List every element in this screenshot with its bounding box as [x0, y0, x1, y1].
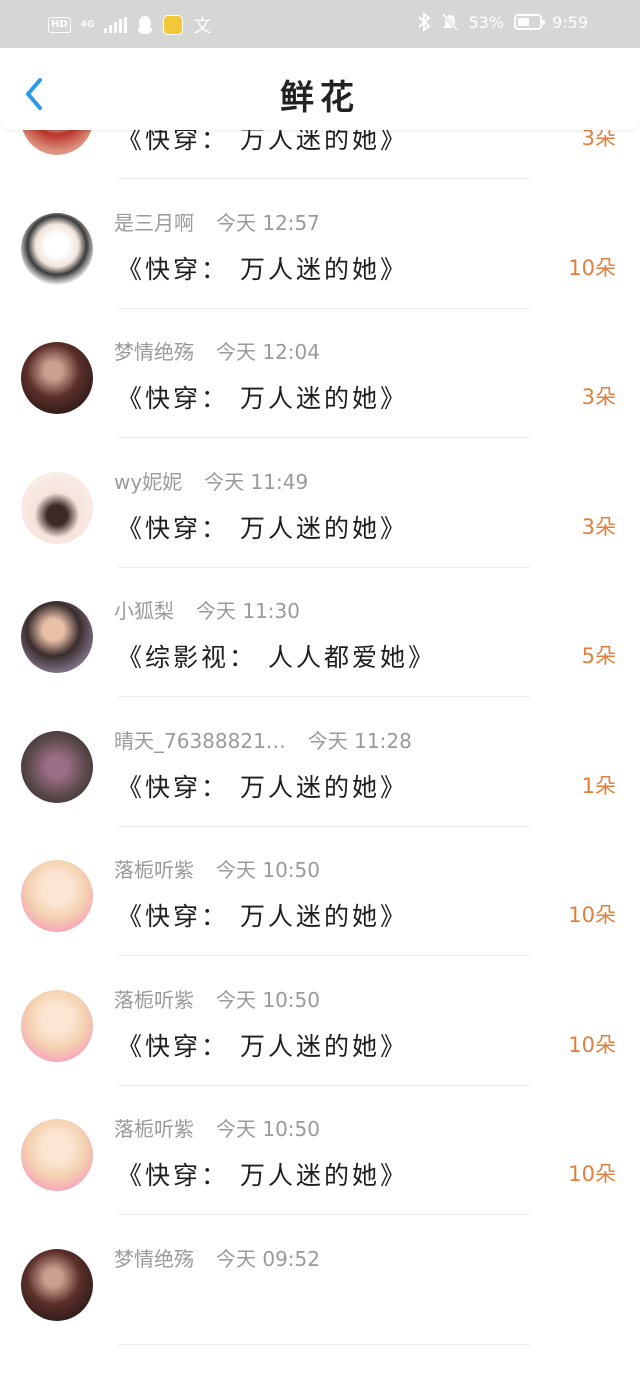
header: 鲜花 [0, 48, 640, 130]
send-time: 今天 11:28 [307, 728, 412, 753]
qq-penguin-icon [138, 16, 153, 34]
battery-icon [514, 14, 546, 30]
book-title[interactable]: 《快穿： 万人迷的她》 [117, 1156, 408, 1192]
flower-count: 10朵 [568, 903, 616, 927]
status-bar: HD 4G 文 53% 9:59 [0, 0, 640, 48]
page-title: 鲜花 [280, 78, 360, 118]
bluetooth-icon [417, 12, 431, 32]
sender-name[interactable]: 是三月啊 [114, 211, 194, 235]
avatar[interactable] [21, 989, 93, 1062]
send-time: 今天 10:50 [216, 987, 320, 1012]
list-item[interactable]: 小狐梨 今天 11:30 《综影视： 人人都爱她》 5朵 [0, 568, 640, 697]
network-type: 4G [80, 19, 95, 30]
flower-count: 10朵 [568, 255, 616, 280]
flower-count: 3朵 [581, 514, 616, 539]
list-item[interactable]: 落栀听紫 今天 10:50 《快穿： 万人迷的她》 10朵 [0, 827, 640, 956]
send-time: 今天 11:30 [196, 599, 300, 623]
flower-count: 10朵 [568, 1032, 616, 1057]
list-item[interactable]: 落栀听紫 今天 10:50 《快穿： 万人迷的她》 10朵 [0, 957, 640, 1086]
sender-name[interactable]: 晴天_76388821… [114, 729, 286, 753]
send-time: 今天 11:49 [204, 469, 309, 494]
signal-icon [104, 17, 128, 33]
list-item[interactable]: 晴天_76388821… 今天 11:28 《快穿： 万人迷的她》 1朵 [0, 698, 640, 827]
avatar[interactable] [21, 730, 93, 803]
flower-count: 3朵 [581, 385, 616, 409]
sender-name[interactable]: wy妮妮 [114, 470, 182, 494]
book-title[interactable]: 《快穿： 万人迷的她》 [117, 250, 408, 286]
sender-line: 晴天_76388821… 今天 11:28 [114, 725, 412, 754]
send-time: 今天 12:57 [216, 210, 320, 235]
sender-line: 落栀听紫 今天 10:50 [114, 854, 320, 883]
app-notification-icon [163, 15, 184, 35]
sender-line: 落栀听紫 今天 10:50 [114, 1113, 320, 1142]
book-title[interactable]: 《快穿： 万人迷的她》 [117, 897, 408, 933]
avatar[interactable] [21, 860, 93, 932]
avatar[interactable] [21, 601, 93, 673]
hd-voice-icon: HD [48, 17, 71, 33]
sender-line: 小狐梨 今天 11:30 [114, 595, 300, 624]
sender-line: 梦情绝殇 今天 12:04 [114, 336, 320, 365]
sender-name[interactable]: 落栀听紫 [114, 858, 194, 882]
send-time: 今天 10:50 [216, 1117, 320, 1141]
avatar[interactable] [21, 1119, 93, 1191]
list-item[interactable]: 落栀听紫 今天 10:50 《快穿： 万人迷的她》 10朵 [0, 1086, 640, 1215]
sender-name[interactable]: 梦情绝殇 [114, 1247, 194, 1271]
mute-bell-icon [441, 13, 458, 31]
flower-count: 1朵 [581, 773, 616, 798]
book-title[interactable]: 《综影视： 人人都爱她》 [117, 638, 436, 674]
send-time: 今天 09:52 [216, 1246, 320, 1271]
sender-name[interactable]: 落栀听紫 [114, 1117, 194, 1141]
flower-count: 10朵 [568, 1162, 616, 1186]
wen-icon: 文 [193, 16, 212, 37]
list-item[interactable]: wy妮妮 今天 11:49 《快穿： 万人迷的她》 3朵 [0, 439, 640, 568]
list-item[interactable]: 梦情绝殇 今天 12:04 《快穿： 万人迷的她》 3朵 [0, 309, 640, 438]
book-title[interactable]: 《快穿： 万人迷的她》 [117, 768, 408, 804]
send-time: 今天 12:04 [216, 340, 320, 364]
sender-line: 梦情绝殇 今天 09:52 [114, 1243, 320, 1272]
battery-percent: 53% [468, 12, 505, 32]
sender-line: wy妮妮 今天 11:49 [114, 466, 308, 495]
sender-name[interactable]: 落栀听紫 [114, 988, 194, 1012]
book-title[interactable]: 《快穿： 万人迷的她》 [117, 379, 408, 415]
send-time: 今天 10:50 [216, 858, 320, 882]
avatar[interactable] [21, 471, 93, 544]
sender-line: 是三月啊 今天 12:57 [114, 207, 320, 236]
avatar[interactable] [21, 1248, 93, 1321]
divider [118, 1343, 530, 1345]
sender-name[interactable]: 小狐梨 [114, 599, 174, 623]
avatar[interactable] [21, 212, 93, 285]
list-item[interactable]: 是三月啊 今天 12:57 《快穿： 万人迷的她》 10朵 [0, 180, 640, 309]
flower-count: 5朵 [581, 644, 616, 668]
avatar[interactable] [21, 342, 93, 414]
sender-line: 落栀听紫 今天 10:50 [114, 984, 320, 1013]
clock: 9:59 [552, 12, 588, 32]
list-item[interactable]: 梦情绝殇 今天 09:52 [0, 1216, 640, 1345]
book-title[interactable]: 《快穿： 万人迷的她》 [117, 1027, 408, 1063]
sender-name[interactable]: 梦情绝殇 [114, 340, 194, 364]
book-title[interactable]: 《快穿： 万人迷的她》 [117, 509, 408, 545]
